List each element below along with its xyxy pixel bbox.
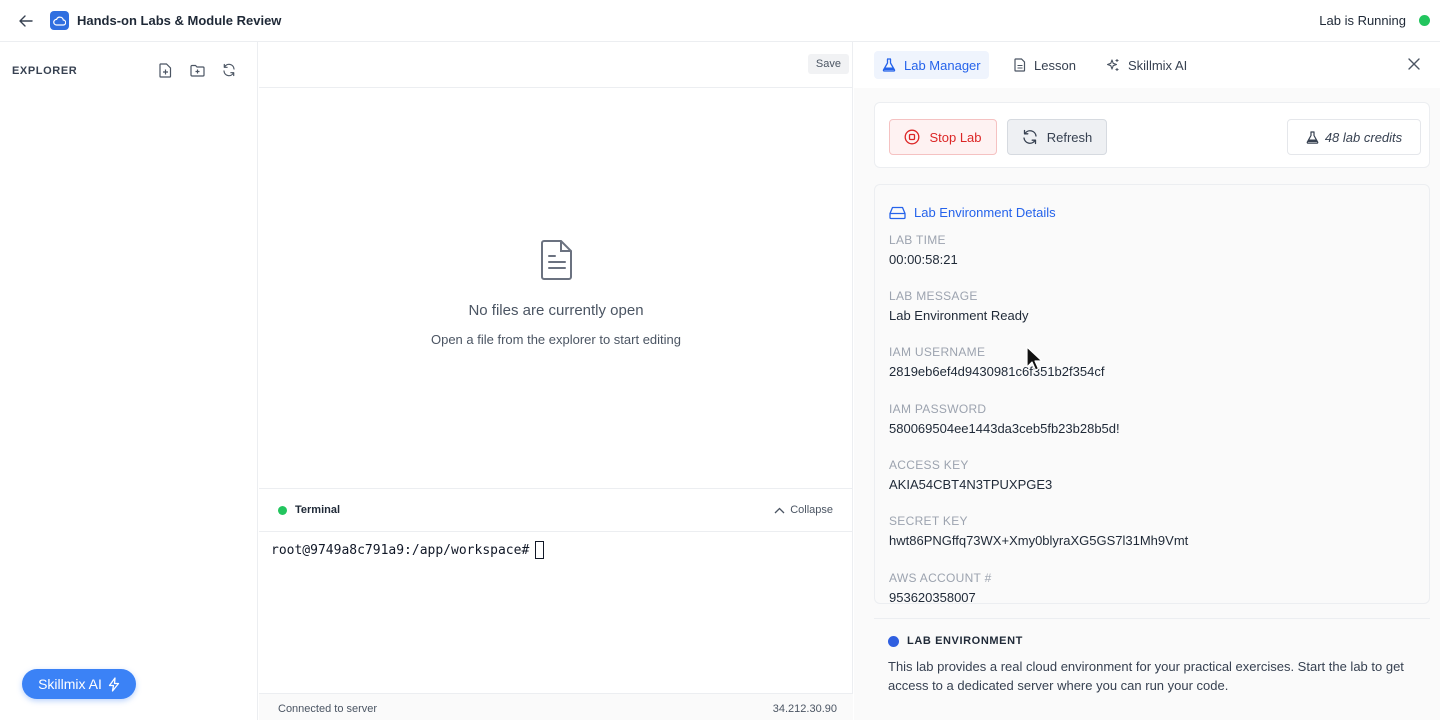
server-ip: 34.212.30.90 — [772, 703, 837, 715]
field-iam-password: IAM PASSWORD 580069504ee1443da3ceb5fb23b… — [889, 402, 1120, 436]
field-label: IAM USERNAME — [889, 345, 986, 359]
skillmix-ai-label: Skillmix AI — [38, 676, 102, 692]
back-arrow-icon[interactable] — [16, 11, 36, 31]
explorer-sidebar: EXPLORER Skillmix AI — [0, 42, 258, 720]
field-iam-username: IAM USERNAME 2819eb6ef4d9430981c6f351b2f… — [889, 345, 1104, 379]
flask-icon — [1306, 130, 1319, 144]
field-label: LAB TIME — [889, 233, 946, 247]
page-title: Hands-on Labs & Module Review — [77, 13, 282, 28]
top-bar: Hands-on Labs & Module Review Lab is Run… — [0, 0, 1440, 42]
collapse-button[interactable]: Collapse — [774, 504, 833, 516]
field-value[interactable]: AKIA54CBT4N3TPUXPGE3 — [889, 477, 1052, 492]
cloud-icon — [50, 11, 69, 30]
explorer-title: EXPLORER — [12, 65, 78, 77]
details-title: Lab Environment Details — [889, 205, 1056, 220]
field-aws-account: AWS ACCOUNT # 953620358007 — [889, 571, 992, 603]
field-value[interactable]: 580069504ee1443da3ceb5fb23b28b5d! — [889, 421, 1120, 436]
field-value[interactable]: hwt86PNGffq73WX+Xmy0blyraXG5GS7l31Mh9Vmt — [889, 533, 1188, 548]
terminal-output[interactable]: root@9749a8c791a9:/app/workspace# — [271, 541, 545, 559]
lab-status-text: Lab is Running — [1319, 13, 1406, 28]
field-label: ACCESS KEY — [889, 458, 969, 472]
lab-panel: Lab Manager Lesson Skillmix AI Stop Lab … — [854, 42, 1440, 720]
refresh-icon[interactable] — [220, 61, 238, 79]
terminal-status-dot — [278, 506, 287, 515]
terminal-footer: Connected to server 34.212.30.90 — [259, 693, 853, 720]
info-dot — [888, 636, 899, 647]
tab-label: Lesson — [1034, 57, 1076, 73]
field-label: AWS ACCOUNT # — [889, 571, 992, 585]
refresh-icon — [1023, 129, 1037, 145]
skillmix-ai-button[interactable]: Skillmix AI — [22, 669, 136, 699]
sparkles-icon — [1106, 59, 1119, 71]
stop-lab-label: Stop Lab — [929, 129, 982, 145]
collapse-label: Collapse — [790, 504, 833, 516]
chevron-up-icon — [774, 507, 785, 513]
field-secret-key: SECRET KEY hwt86PNGffq73WX+Xmy0blyraXG5G… — [889, 514, 1188, 548]
new-folder-icon[interactable] — [188, 61, 206, 79]
file-icon — [541, 240, 572, 280]
tab-label: Lab Manager — [904, 57, 981, 73]
stop-lab-button[interactable]: Stop Lab — [889, 119, 997, 155]
stop-circle-icon — [905, 129, 920, 145]
lab-actions-card: Stop Lab Refresh 48 lab credits — [874, 102, 1430, 168]
explorer-actions — [156, 61, 238, 79]
info-title: LAB ENVIRONMENT — [907, 635, 1023, 647]
tab-label: Skillmix AI — [1128, 57, 1188, 73]
field-label: IAM PASSWORD — [889, 402, 987, 416]
field-lab-time: LAB TIME 00:00:58:21 — [889, 233, 958, 267]
connection-status: Connected to server — [278, 703, 378, 715]
mouse-pointer-icon — [1026, 346, 1042, 371]
field-value[interactable]: 2819eb6ef4d9430981c6f351b2f354cf — [889, 364, 1104, 379]
empty-state-title: No files are currently open — [468, 302, 644, 319]
lab-environment-details: Lab Environment Details LAB TIME 00:00:5… — [874, 184, 1430, 604]
details-title-label: Lab Environment Details — [914, 205, 1056, 220]
tab-skillmix-ai[interactable]: Skillmix AI — [1098, 51, 1195, 79]
terminal-panel: Terminal Collapse root@9749a8c791a9:/app… — [259, 488, 853, 720]
flask-icon — [882, 58, 896, 72]
lab-environment-info: LAB ENVIRONMENT This lab provides a real… — [874, 618, 1430, 706]
field-value: 00:00:58:21 — [889, 252, 958, 267]
field-access-key: ACCESS KEY AKIA54CBT4N3TPUXPGE3 — [889, 458, 1052, 492]
save-button[interactable]: Save — [807, 54, 849, 74]
terminal-header: Terminal Collapse — [259, 489, 853, 532]
lightning-icon — [108, 676, 120, 692]
terminal-cursor — [535, 541, 545, 559]
field-value[interactable]: 953620358007 — [889, 590, 992, 603]
refresh-button[interactable]: Refresh — [1007, 119, 1107, 155]
field-value: Lab Environment Ready — [889, 308, 1029, 323]
refresh-label: Refresh — [1046, 129, 1093, 145]
hard-drive-icon — [889, 206, 906, 219]
empty-state-subtitle: Open a file from the explorer to start e… — [430, 332, 681, 347]
lab-credits-badge: 48 lab credits — [1287, 119, 1421, 155]
terminal-prompt: root@9749a8c791a9:/app/workspace# — [271, 542, 530, 558]
terminal-title: Terminal — [295, 504, 341, 516]
close-icon[interactable] — [1406, 56, 1422, 72]
editor-area: Save No files are currently open Open a … — [259, 42, 853, 488]
new-file-icon[interactable] — [156, 61, 174, 79]
field-label: SECRET KEY — [889, 514, 968, 528]
editor-toolbar: Save — [259, 42, 853, 88]
tab-lab-manager[interactable]: Lab Manager — [874, 51, 989, 79]
field-label: LAB MESSAGE — [889, 289, 978, 303]
status-indicator — [1419, 15, 1430, 26]
tab-lesson[interactable]: Lesson — [1006, 51, 1084, 79]
info-text: This lab provides a real cloud environme… — [888, 659, 1404, 693]
field-lab-message: LAB MESSAGE Lab Environment Ready — [889, 289, 1028, 323]
lab-credits-label: 48 lab credits — [1324, 129, 1403, 145]
panel-tabs: Lab Manager Lesson Skillmix AI — [854, 42, 1440, 88]
document-icon — [1014, 58, 1026, 72]
